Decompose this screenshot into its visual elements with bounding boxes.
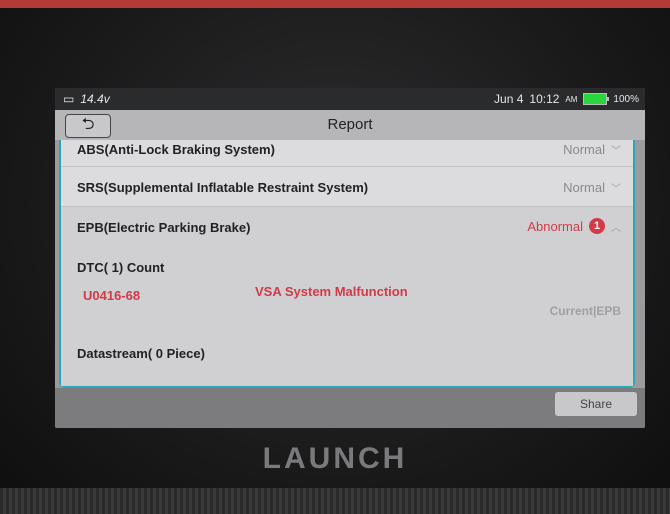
device-bottom-edge bbox=[0, 488, 670, 514]
scan-tool-device: ▭ 14.4v Jun 4 10:12 AM 100% ⮌ Report ABS… bbox=[0, 0, 670, 514]
battery-voltage-icon: ▭ bbox=[63, 92, 75, 106]
dtc-description: VSA System Malfunction bbox=[255, 284, 408, 299]
ampm: AM bbox=[565, 94, 578, 104]
footer-bar: Share bbox=[55, 388, 645, 428]
dtc-count-heading: DTC( 1) Count bbox=[77, 260, 165, 275]
system-row-epb[interactable]: EPB(Electric Parking Brake) Abnormal 1 ︿ bbox=[61, 206, 633, 246]
system-status: Normal bbox=[563, 180, 605, 195]
system-row-abs[interactable]: ABS(Anti-Lock Braking System) Normal ﹀ bbox=[61, 140, 633, 167]
screen: ▭ 14.4v Jun 4 10:12 AM 100% ⮌ Report ABS… bbox=[55, 88, 645, 428]
background-strip bbox=[0, 0, 670, 8]
brand-logo: LAUNCH bbox=[262, 442, 408, 475]
chevron-down-icon: ﹀ bbox=[611, 184, 621, 195]
fault-count-badge: 1 bbox=[589, 218, 605, 234]
share-button[interactable]: Share bbox=[555, 392, 637, 416]
report-content[interactable]: ABS(Anti-Lock Braking System) Normal ﹀ S… bbox=[55, 140, 645, 388]
chevron-up-icon: ︿ bbox=[611, 222, 621, 234]
voltage-readout: 14.4v bbox=[80, 92, 110, 106]
datastream-heading: Datastream( 0 Piece) bbox=[77, 346, 205, 361]
system-status: Normal bbox=[563, 142, 605, 157]
dtc-code: U0416-68 bbox=[83, 288, 141, 303]
page-title: Report bbox=[327, 116, 373, 133]
dtc-row[interactable]: U0416-68 VSA System Malfunction Current|… bbox=[61, 284, 633, 328]
chevron-down-icon: ﹀ bbox=[611, 146, 621, 157]
date: Jun 4 bbox=[494, 92, 524, 106]
battery-icon bbox=[583, 93, 610, 105]
app-bar: ⮌ Report bbox=[55, 110, 645, 140]
system-name: ABS(Anti-Lock Braking System) bbox=[77, 142, 275, 157]
dtc-ecu: Current|EPB bbox=[549, 304, 621, 318]
system-name: SRS(Supplemental Inflatable Restraint Sy… bbox=[77, 180, 369, 195]
time: 10:12 bbox=[529, 92, 560, 106]
report-panel: ABS(Anti-Lock Braking System) Normal ﹀ S… bbox=[59, 140, 635, 388]
status-bar: ▭ 14.4v Jun 4 10:12 AM 100% bbox=[55, 88, 645, 110]
system-row-srs[interactable]: SRS(Supplemental Inflatable Restraint Sy… bbox=[61, 166, 633, 207]
system-name: EPB(Electric Parking Brake) bbox=[77, 220, 251, 235]
battery-percent: 100% bbox=[613, 93, 639, 105]
system-status: Abnormal bbox=[527, 218, 583, 234]
